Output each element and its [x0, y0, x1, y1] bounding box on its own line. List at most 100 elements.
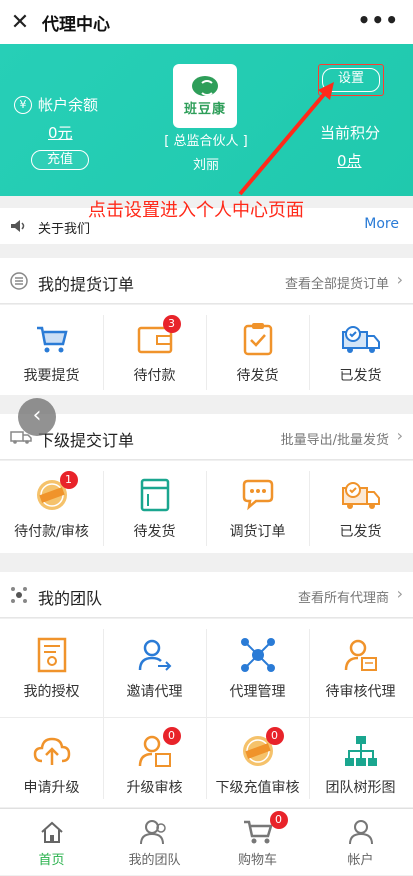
batch-export-link[interactable]: 批量导出/批量发货	[281, 429, 389, 448]
divider	[103, 471, 104, 546]
pending-review-item[interactable]: 1 待付款/审核	[0, 465, 103, 549]
invite-agent-label: 邀请代理	[126, 684, 183, 700]
invite-user-icon	[135, 635, 175, 675]
close-icon[interactable]: ✕	[0, 10, 40, 35]
agent-management-label: 代理管理	[229, 684, 286, 700]
truck-icon	[341, 319, 381, 359]
team-grid: 我的授权 邀请代理 代理管理 待审核代理 申请升级 0 升级审核 0 下级充值审…	[0, 619, 413, 807]
notice-text: 关于我们	[38, 222, 91, 237]
wallet-icon: 3	[135, 315, 181, 359]
clipboard-check-icon	[238, 319, 278, 359]
shipped-item[interactable]: 已发货	[309, 309, 412, 393]
bottom-tab-bar: 首页 我的团队 0 购物车 帐户	[0, 808, 413, 875]
back-button[interactable]: ‹	[18, 398, 56, 436]
divider	[0, 717, 413, 718]
tab-account[interactable]: 帐户	[309, 809, 412, 876]
pending-agent-review-item[interactable]: 待审核代理	[309, 625, 412, 709]
pickup-item-label: 我要提货	[23, 368, 80, 384]
page-title: 代理中心	[42, 14, 110, 35]
section-title: 下级提交订单	[38, 431, 135, 450]
divider	[206, 471, 207, 546]
transfer-orders-label: 调货订单	[229, 524, 286, 540]
certificate-icon	[32, 635, 72, 675]
tab-label: 购物车	[237, 853, 277, 868]
chevron-right-icon: ›	[396, 426, 403, 445]
team-tree-item[interactable]: 团队树形图	[309, 721, 412, 805]
upgrade-review-item[interactable]: 0 升级审核	[103, 721, 206, 805]
tab-cart[interactable]: 0 购物车	[206, 809, 309, 876]
divider	[103, 629, 104, 799]
home-icon	[39, 817, 65, 847]
agent-management-item[interactable]: 代理管理	[206, 625, 309, 709]
my-authorization-label: 我的授权	[23, 684, 80, 700]
divider	[309, 471, 310, 546]
sub-pending-shipment-item[interactable]: 待发货	[103, 465, 206, 549]
invite-agent-item[interactable]: 邀请代理	[103, 625, 206, 709]
badge-count: 0	[265, 727, 284, 745]
pickup-orders-grid: 我要提货 3 待付款 待发货 已发货	[0, 305, 413, 395]
pending-payment-label: 待付款	[133, 368, 176, 384]
section-title: 我的提货订单	[38, 275, 135, 294]
pending-payment-item[interactable]: 3 待付款	[103, 309, 206, 393]
sub-recharge-review-label: 下级充值审核	[215, 780, 300, 796]
team-tree-label: 团队树形图	[325, 780, 396, 796]
shipped-label: 已发货	[339, 368, 382, 384]
chat-bubble-icon	[238, 475, 278, 515]
divider	[206, 629, 207, 799]
badge-count: 3	[162, 315, 181, 333]
annotation-arrow-icon	[238, 82, 334, 196]
sub-pending-shipment-label: 待发货	[133, 524, 176, 540]
tab-label: 我的团队	[128, 853, 181, 868]
more-menu-icon[interactable]: •••	[358, 8, 399, 32]
divider	[309, 629, 310, 799]
team-header[interactable]: 我的团队 查看所有代理商 ›	[0, 572, 413, 618]
sub-shipped-item[interactable]: 已发货	[309, 465, 412, 549]
top-bar: ✕ 代理中心 •••	[0, 0, 413, 44]
view-all-pickup-link[interactable]: 查看全部提货订单	[285, 273, 389, 292]
badge-count: 1	[59, 471, 78, 489]
sub-shipped-label: 已发货	[339, 524, 382, 540]
sub-recharge-review-item[interactable]: 0 下级充值审核	[206, 721, 309, 805]
my-authorization-item[interactable]: 我的授权	[0, 625, 103, 709]
view-all-agents-link[interactable]: 查看所有代理商	[298, 587, 389, 606]
user-card-icon	[341, 635, 381, 675]
speaker-icon	[11, 220, 25, 232]
tab-home[interactable]: 首页	[0, 809, 103, 876]
annotation-text: 点击设置进入个人中心页面	[88, 200, 304, 221]
badge-count: 0	[162, 727, 181, 745]
review-stamp-icon: 1	[32, 471, 78, 515]
user-card-icon: 0	[135, 727, 181, 771]
browser-window-icon	[135, 475, 175, 515]
tab-my-team[interactable]: 我的团队	[103, 809, 206, 876]
apply-upgrade-item[interactable]: 申请升级	[0, 721, 103, 805]
pending-shipment-label: 待发货	[236, 368, 279, 384]
cloud-upload-icon	[32, 731, 72, 771]
pending-shipment-item[interactable]: 待发货	[206, 309, 309, 393]
section-title: 我的团队	[38, 589, 103, 608]
pending-agent-review-label: 待审核代理	[325, 684, 396, 700]
pickup-item[interactable]: 我要提货	[0, 309, 103, 393]
pending-review-label: 待付款/审核	[14, 524, 89, 540]
chevron-right-icon: ›	[396, 270, 403, 289]
notice-more-link[interactable]: More	[364, 216, 399, 232]
pickup-orders-header[interactable]: 我的提货订单 查看全部提货订单 ›	[0, 258, 413, 304]
sub-orders-grid: 1 待付款/审核 待发货 调货订单 已发货	[0, 461, 413, 553]
account-card: ¥ 帐户余额 0元 充值 班豆康 [ 总监合伙人 ] 刘丽 设置 当前积分 0点	[0, 44, 413, 196]
list-icon	[10, 272, 28, 294]
tab-label: 帐户	[347, 853, 374, 868]
tab-label: 首页	[38, 853, 65, 868]
network-icon	[238, 635, 278, 675]
review-stamp-icon: 0	[238, 727, 284, 771]
team-dots-icon	[10, 586, 28, 608]
sub-orders-header[interactable]: 下级提交订单 批量导出/批量发货 ›	[0, 414, 413, 460]
upgrade-review-label: 升级审核	[126, 780, 183, 796]
cart-icon	[32, 319, 72, 359]
divider	[309, 315, 310, 390]
apply-upgrade-label: 申请升级	[23, 780, 80, 796]
transfer-orders-item[interactable]: 调货订单	[206, 465, 309, 549]
user-icon	[348, 817, 374, 847]
divider	[103, 315, 104, 390]
cart-badge: 0	[269, 811, 288, 829]
divider	[206, 315, 207, 390]
cart-icon: 0	[242, 811, 288, 847]
